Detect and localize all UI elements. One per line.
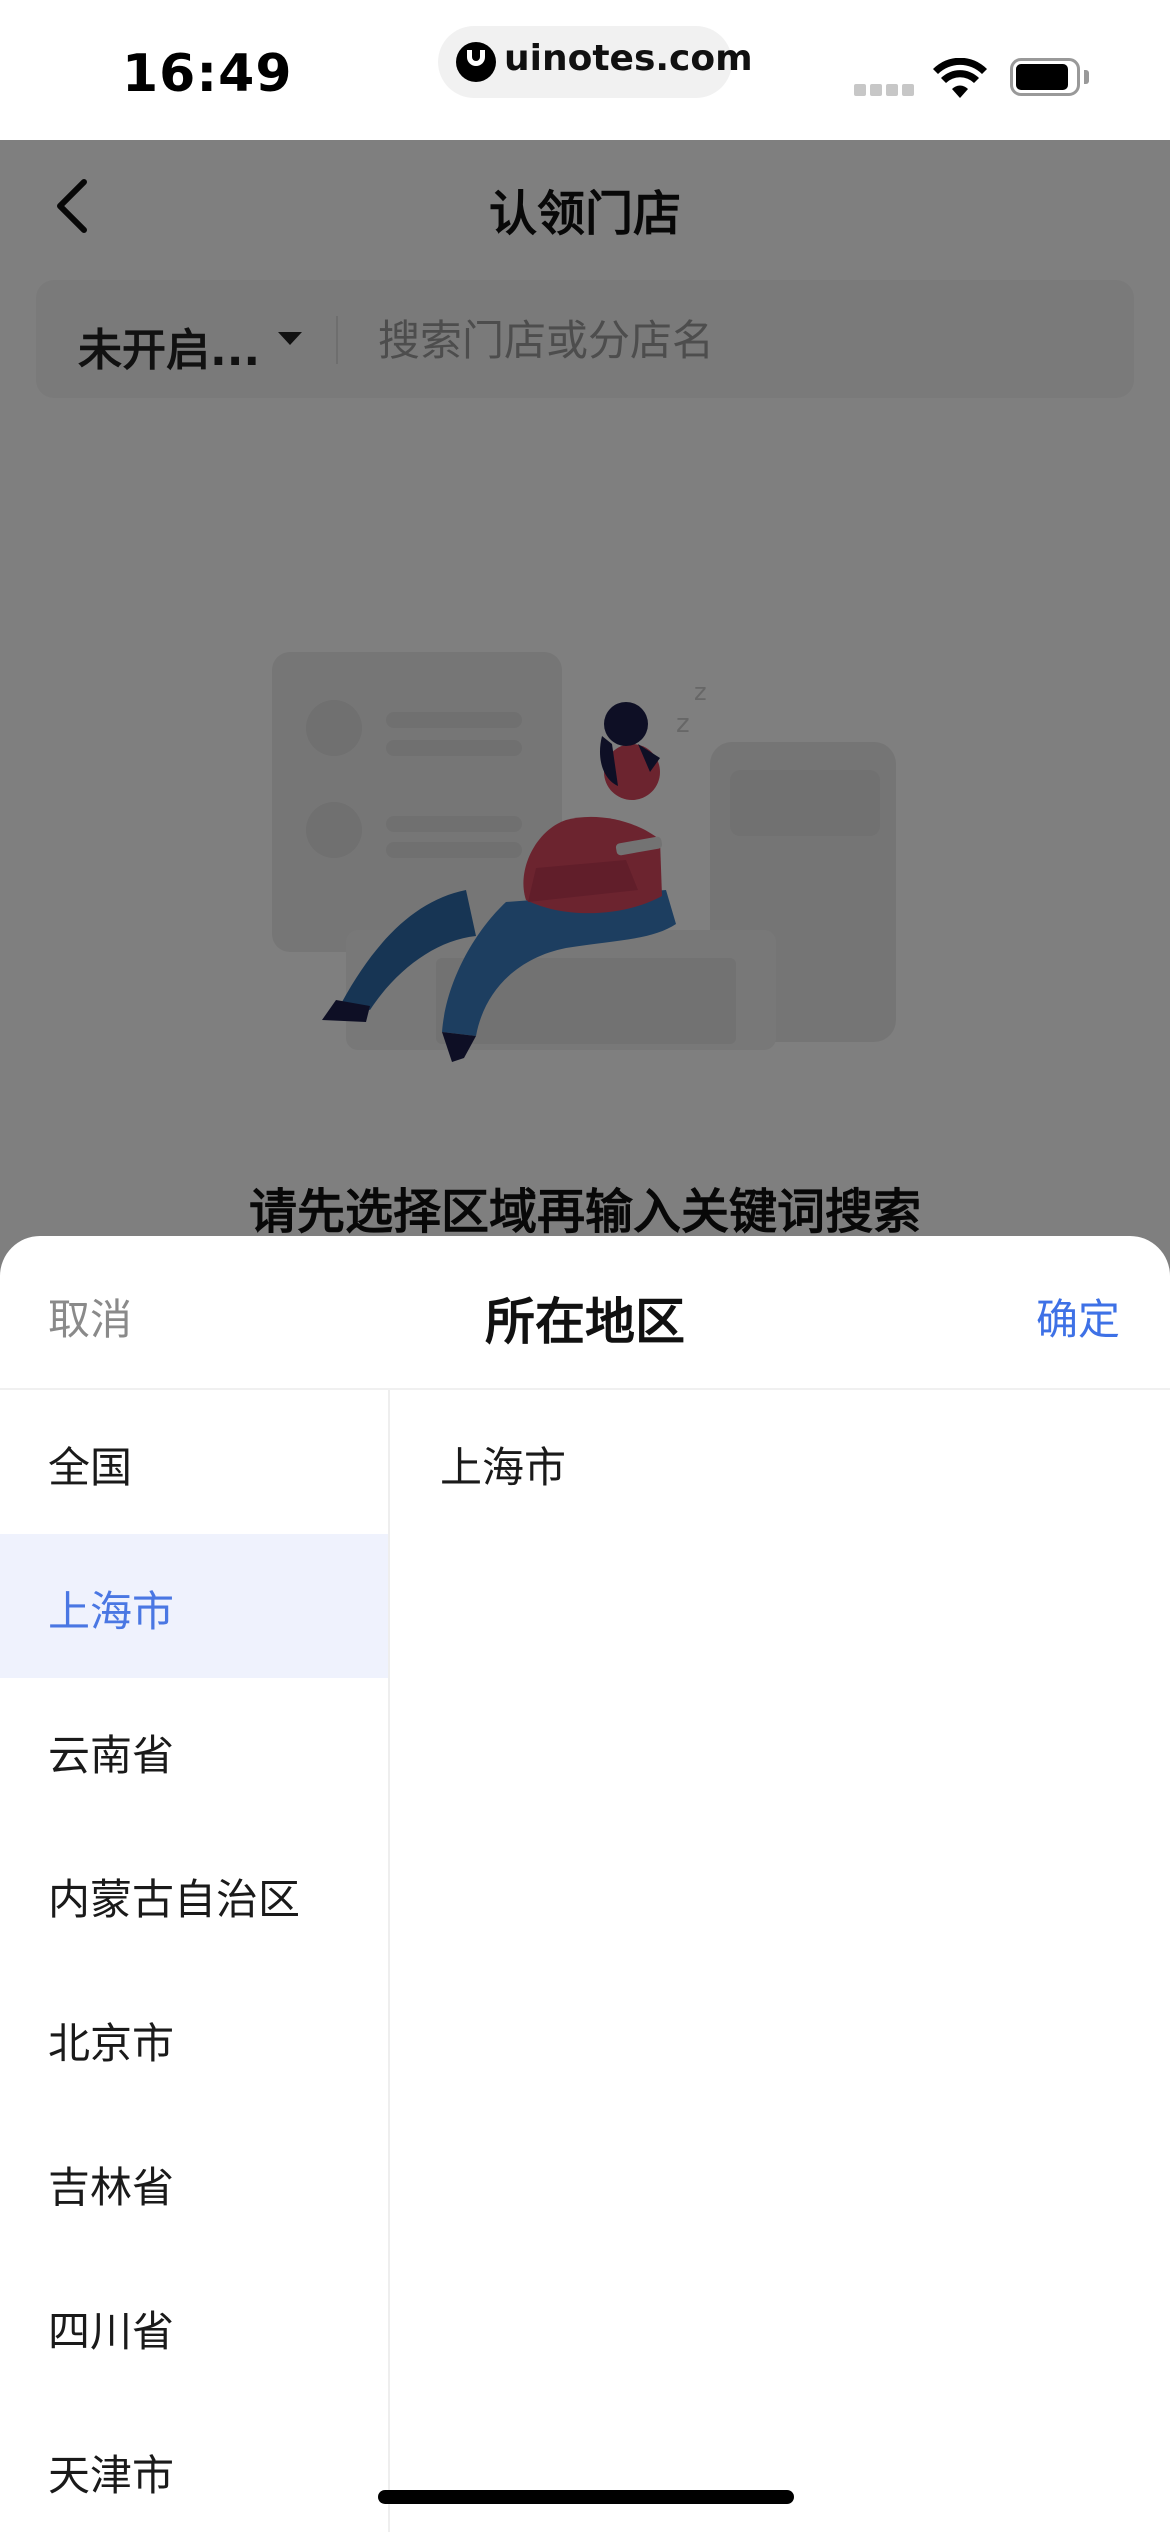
sheet-header: 取消 所在地区 确定 [0, 1236, 1170, 1390]
province-item[interactable]: 北京市 [0, 1966, 388, 2110]
province-label: 上海市 [48, 1587, 175, 1636]
status-time: 16:49 [122, 44, 293, 104]
wifi-icon [933, 58, 987, 98]
province-label: 吉林省 [48, 2163, 175, 2212]
province-label: 云南省 [48, 1731, 175, 1780]
cellular-signal-icon [854, 84, 916, 96]
province-item-selected[interactable]: 上海市 [0, 1534, 388, 1678]
province-label: 内蒙古自治区 [48, 1875, 301, 1924]
province-list[interactable]: 全国 上海市 云南省 内蒙古自治区 北京市 吉林省 四川省 天津市 [0, 1390, 390, 2532]
home-indicator[interactable] [378, 2490, 794, 2504]
province-label: 四川省 [48, 2307, 175, 2356]
province-label: 全国 [48, 1443, 133, 1492]
battery-icon [1010, 58, 1092, 98]
screen: 16:49 uinotes.com 认领门店 未开启... [0, 0, 1170, 2532]
cancel-button[interactable]: 取消 [48, 1286, 132, 1347]
province-label: 北京市 [48, 2019, 175, 2068]
province-item[interactable]: 内蒙古自治区 [0, 1822, 388, 1966]
city-label: 上海市 [440, 1443, 567, 1492]
status-bar: 16:49 uinotes.com [0, 0, 1170, 140]
city-list[interactable]: 上海市 [390, 1390, 1170, 2532]
province-item[interactable]: 吉林省 [0, 2110, 388, 2254]
url-pill[interactable]: uinotes.com [438, 26, 753, 98]
province-item[interactable]: 四川省 [0, 2254, 388, 2398]
city-item[interactable]: 上海市 [390, 1390, 1170, 1534]
region-picker-sheet: 取消 所在地区 确定 全国 上海市 云南省 内蒙古自治区 北京市 吉林省 四川省… [0, 1236, 1170, 2532]
province-item[interactable]: 云南省 [0, 1678, 388, 1822]
province-label: 天津市 [48, 2451, 175, 2500]
url-text: uinotes.com [504, 38, 753, 79]
uinotes-logo-icon [456, 42, 496, 82]
sheet-title: 所在地区 [485, 1293, 685, 1351]
province-item[interactable]: 全国 [0, 1390, 388, 1534]
province-item[interactable]: 天津市 [0, 2398, 388, 2532]
confirm-button[interactable]: 确定 [1036, 1286, 1120, 1347]
